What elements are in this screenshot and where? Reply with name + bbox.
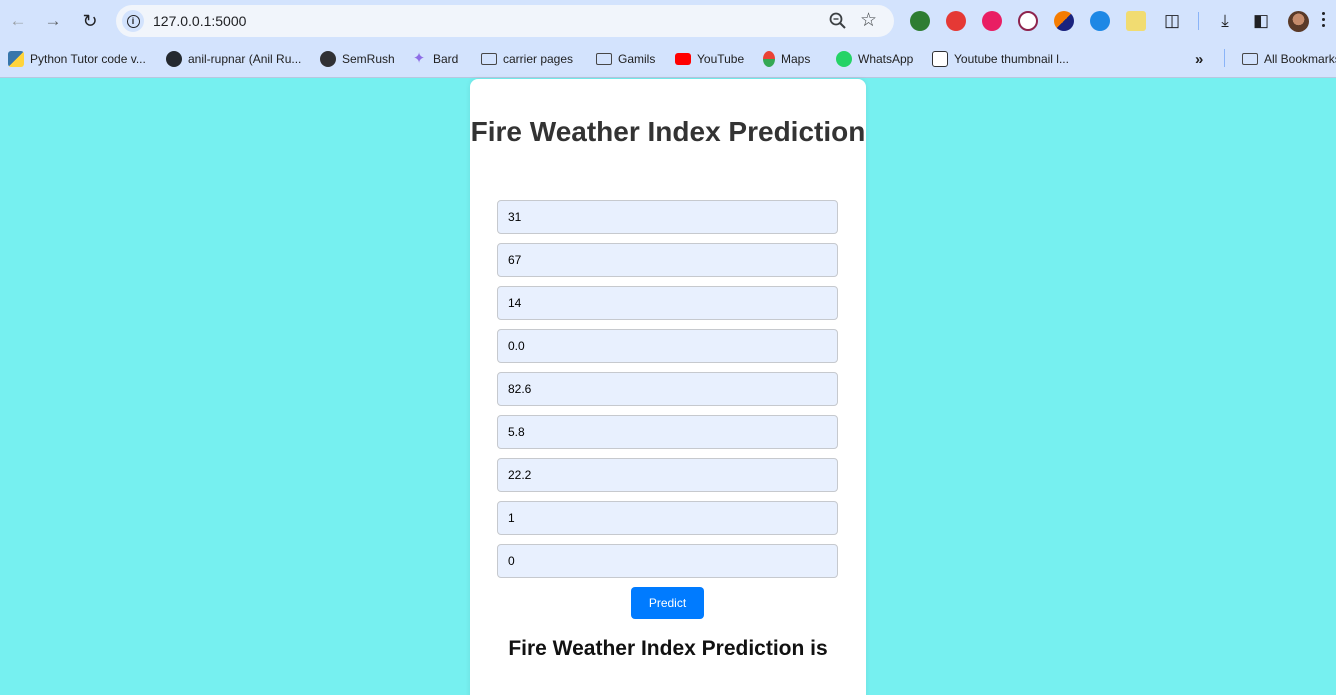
bookmark-item[interactable]: ✦ Bard [411, 50, 459, 68]
bookmark-item[interactable]: WhatsApp [836, 50, 913, 68]
bookmark-item[interactable]: Youtube thumbnail l... [932, 50, 1069, 68]
extension-icon[interactable] [910, 11, 930, 31]
bookmark-star-icon[interactable]: ☆ [860, 9, 877, 32]
profile-avatar[interactable] [1288, 11, 1309, 32]
prediction-result: Fire Weather Index Prediction is [508, 637, 828, 660]
bookmark-label: Python Tutor code v... [30, 52, 146, 66]
extensions-puzzle-icon[interactable]: ◫ [1161, 10, 1183, 32]
more-menu-icon[interactable] [1322, 12, 1326, 30]
bookmark-label: WhatsApp [858, 52, 914, 66]
toolbar-divider [1198, 12, 1199, 30]
adblock-icon[interactable] [946, 11, 966, 31]
prediction-form-card: Fire Weather Index Prediction Predict Fi… [470, 79, 866, 695]
thumbnail-icon [932, 51, 948, 67]
globe-icon [320, 51, 336, 67]
bookmark-item[interactable]: Maps [763, 50, 810, 68]
bookmark-label: All Bookmarks [1264, 52, 1336, 66]
bookmark-label: Bard [433, 52, 459, 66]
reload-icon[interactable]: ↻ [78, 9, 102, 33]
feature-input-6[interactable] [497, 415, 838, 449]
predict-button[interactable]: Predict [631, 587, 704, 619]
feature-input-5[interactable] [497, 372, 838, 406]
bookmark-item[interactable]: YouTube [675, 50, 744, 68]
block-icon[interactable] [1018, 11, 1038, 31]
zoom-icon[interactable] [828, 11, 848, 31]
extension-icon[interactable] [1126, 11, 1146, 31]
github-icon [166, 51, 182, 67]
url-text[interactable]: 127.0.0.1:5000 [153, 13, 246, 29]
bookmarks-bar: Python Tutor code v... anil-rupnar (Anil… [0, 42, 1336, 78]
whatsapp-icon [836, 51, 852, 67]
browser-toolbar: ← → ↻ i 127.0.0.1:5000 ☆ ◫ ⤓ ◧ [0, 0, 1336, 42]
bookmark-label: anil-rupnar (Anil Ru... [188, 52, 302, 66]
more-bookmarks-chevron-icon[interactable]: » [1195, 50, 1203, 68]
site-info-icon[interactable]: i [122, 10, 144, 32]
back-arrow-icon[interactable]: ← [6, 9, 30, 33]
all-bookmarks-folder[interactable]: All Bookmarks [1242, 50, 1336, 68]
bookmark-item[interactable]: anil-rupnar (Anil Ru... [166, 50, 301, 68]
youtube-icon [675, 53, 691, 65]
folder-icon [596, 53, 612, 65]
python-icon [8, 51, 24, 67]
download-icon[interactable]: ⤓ [1214, 10, 1236, 32]
play-extension-icon[interactable] [1090, 11, 1110, 31]
extension-icon[interactable] [982, 11, 1002, 31]
bookmark-label: SemRush [342, 52, 395, 66]
extension-icon[interactable] [1054, 11, 1074, 31]
bookmark-label: Maps [781, 52, 811, 66]
bookmark-item[interactable]: Gamils [596, 50, 655, 68]
feature-input-8[interactable] [497, 501, 838, 535]
forward-arrow-icon[interactable]: → [41, 9, 65, 33]
bookmark-label: Gamils [618, 52, 656, 66]
feature-input-3[interactable] [497, 286, 838, 320]
bookmark-label: Youtube thumbnail l... [954, 52, 1069, 66]
side-panel-icon[interactable]: ◧ [1250, 10, 1272, 32]
feature-input-2[interactable] [497, 243, 838, 277]
address-bar[interactable]: i 127.0.0.1:5000 ☆ [116, 5, 894, 37]
maps-icon [763, 51, 775, 67]
feature-input-1[interactable] [497, 200, 838, 234]
bookmark-item[interactable]: Python Tutor code v... [8, 50, 146, 68]
bookmark-label: YouTube [697, 52, 745, 66]
bookmark-item[interactable]: SemRush [320, 50, 395, 68]
sparkle-icon: ✦ [412, 50, 426, 67]
feature-input-9[interactable] [497, 544, 838, 578]
folder-icon [481, 53, 497, 65]
bookmarks-divider [1224, 49, 1225, 67]
bookmark-item[interactable]: carrier pages [481, 50, 573, 68]
feature-input-7[interactable] [497, 458, 838, 492]
folder-icon [1242, 53, 1258, 65]
bookmark-label: carrier pages [503, 52, 574, 66]
feature-input-4[interactable] [497, 329, 838, 363]
page-title: Fire Weather Index Prediction [470, 116, 866, 147]
